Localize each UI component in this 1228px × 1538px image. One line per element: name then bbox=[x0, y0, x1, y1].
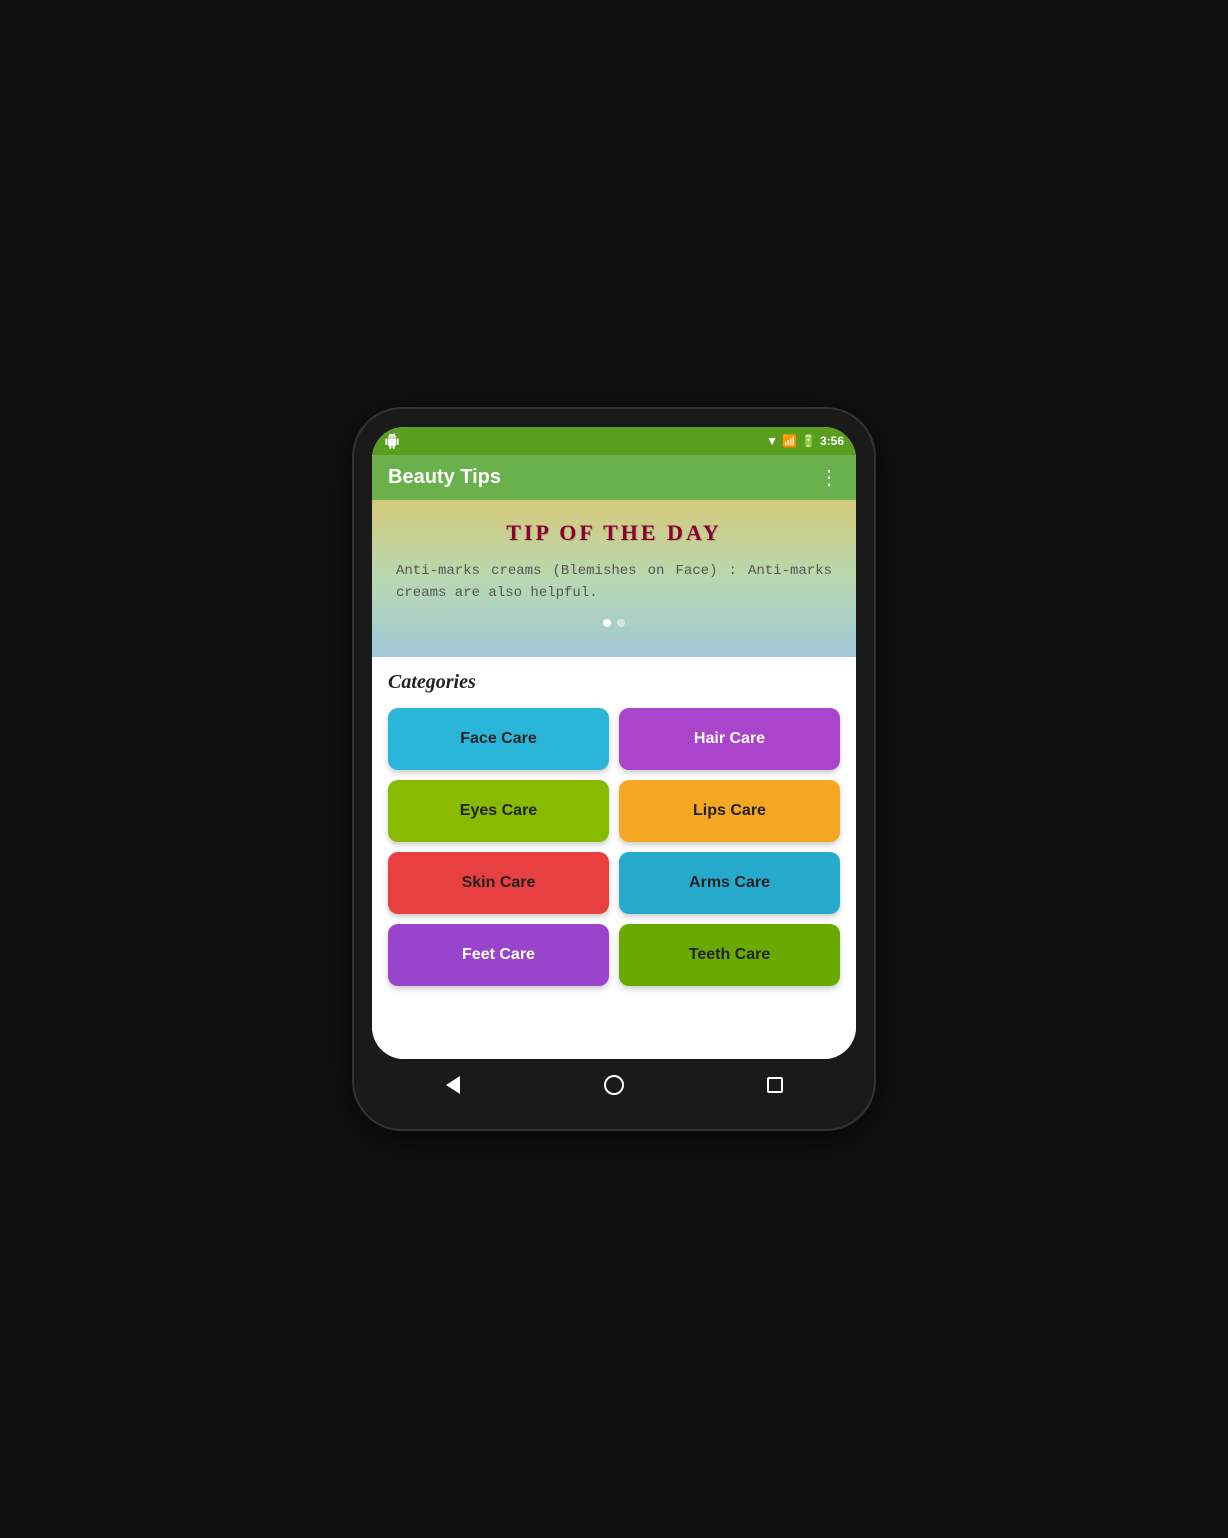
categories-grid: Face CareHair CareEyes CareLips CareSkin… bbox=[388, 708, 840, 986]
back-button[interactable] bbox=[435, 1067, 471, 1103]
app-bar: Beauty Tips ⋮ bbox=[372, 455, 856, 500]
status-left bbox=[384, 433, 400, 449]
category-btn-face-care[interactable]: Face Care bbox=[388, 708, 609, 770]
app-title: Beauty Tips bbox=[388, 466, 501, 489]
recents-icon bbox=[767, 1077, 783, 1093]
banner-indicator bbox=[396, 619, 832, 627]
bottom-nav bbox=[372, 1059, 856, 1111]
device-frame: ▼ 📶 🔋 3:56 Beauty Tips ⋮ TIP OF THE DAY … bbox=[354, 409, 874, 1129]
category-btn-hair-care[interactable]: Hair Care bbox=[619, 708, 840, 770]
category-btn-lips-care[interactable]: Lips Care bbox=[619, 780, 840, 842]
category-btn-skin-care[interactable]: Skin Care bbox=[388, 852, 609, 914]
battery-icon: 🔋 bbox=[801, 434, 816, 448]
home-icon bbox=[604, 1075, 624, 1095]
category-btn-arms-care[interactable]: Arms Care bbox=[619, 852, 840, 914]
status-bar: ▼ 📶 🔋 3:56 bbox=[372, 427, 856, 455]
categories-title: Categories bbox=[388, 671, 840, 694]
tip-of-the-day-text: Anti-marks creams (Blemishes on Face) : … bbox=[396, 560, 832, 605]
categories-section: Categories Face CareHair CareEyes CareLi… bbox=[372, 657, 856, 1059]
time-display: 3:56 bbox=[820, 434, 844, 448]
recents-button[interactable] bbox=[757, 1067, 793, 1103]
category-btn-feet-care[interactable]: Feet Care bbox=[388, 924, 609, 986]
banner-dot-2 bbox=[617, 619, 625, 627]
overflow-menu-button[interactable]: ⋮ bbox=[819, 465, 840, 490]
status-right: ▼ 📶 🔋 3:56 bbox=[766, 434, 844, 448]
signal-icon: 📶 bbox=[782, 434, 797, 448]
category-btn-eyes-care[interactable]: Eyes Care bbox=[388, 780, 609, 842]
screen: ▼ 📶 🔋 3:56 Beauty Tips ⋮ TIP OF THE DAY … bbox=[372, 427, 856, 1059]
tip-of-the-day-title: TIP OF THE DAY bbox=[396, 520, 832, 546]
back-icon bbox=[446, 1076, 460, 1094]
category-btn-teeth-care[interactable]: Teeth Care bbox=[619, 924, 840, 986]
home-button[interactable] bbox=[596, 1067, 632, 1103]
banner-dot-1 bbox=[603, 619, 611, 627]
tip-banner: TIP OF THE DAY Anti-marks creams (Blemis… bbox=[372, 500, 856, 657]
wifi-icon: ▼ bbox=[766, 434, 778, 448]
android-icon bbox=[384, 433, 400, 449]
